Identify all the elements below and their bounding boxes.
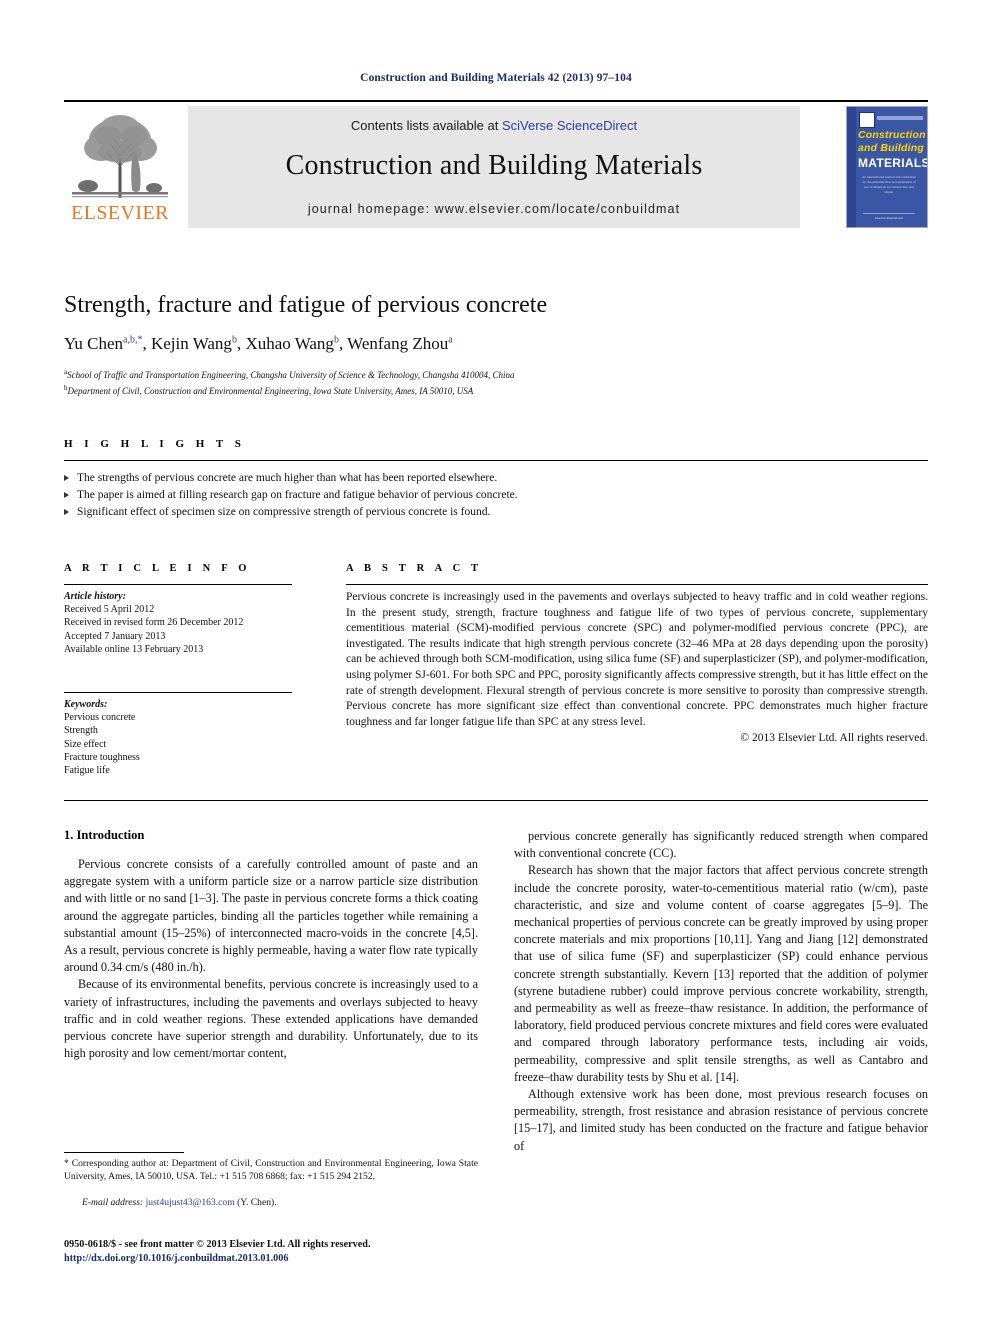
contents-available-line: Contents lists available at SciVerse Sci…	[188, 118, 800, 133]
affiliation-item: aSchool of Traffic and Transportation En…	[64, 366, 884, 382]
author-name: Wenfang Zhou	[347, 334, 449, 353]
article-history-block: Article history: Received 5 April 2012 R…	[64, 590, 314, 656]
keyword-item: Strength	[64, 725, 98, 737]
keyword-item: Fatigue life	[64, 765, 110, 777]
paragraph: Because of its environmental benefits, p…	[64, 977, 478, 1061]
elsevier-wordmark: ELSEVIER	[71, 202, 169, 224]
masthead-center-band: Contents lists available at SciVerse Sci…	[188, 106, 800, 228]
corresponding-author-note: * Corresponding author at: Department of…	[64, 1158, 478, 1182]
paragraph: pervious concrete generally has signific…	[514, 829, 928, 861]
keyword-item: Fracture toughness	[64, 751, 140, 763]
keywords-divider	[64, 692, 292, 693]
journal-homepage-link[interactable]: journal homepage: www.elsevier.com/locat…	[188, 202, 800, 216]
keywords-block: Keywords: Pervious concrete Strength Siz…	[64, 698, 314, 777]
affiliation-item: bDepartment of Civil, Construction and E…	[64, 382, 884, 398]
author-name: Kejin Wang	[150, 334, 232, 353]
article-history-item: Accepted 7 January 2013	[64, 630, 166, 642]
cover-rule	[877, 116, 923, 120]
author-affil-mark: a,b,*	[123, 334, 143, 346]
affiliation-text: Department of Civil, Construction and En…	[67, 385, 474, 396]
bullet-triangle-icon	[64, 509, 69, 515]
article-history-label: Article history:	[64, 591, 126, 602]
highlights-list: The strengths of pervious concrete are m…	[64, 470, 928, 521]
author-affil-mark: a	[448, 334, 453, 346]
cover-footer: Elsevier International	[863, 213, 915, 220]
abstract-block-bottom-divider	[64, 800, 928, 801]
journal-cover-thumbnail[interactable]: Construction and Building MATERIALS An i…	[846, 106, 928, 228]
paragraph: Research has shown that the major factor…	[514, 863, 928, 1084]
contents-prefix: Contents lists available at	[350, 118, 502, 133]
abstract-divider	[346, 584, 928, 585]
footnote-divider	[64, 1152, 184, 1153]
cover-spine	[847, 107, 856, 227]
email-label: E-mail address:	[82, 1197, 144, 1208]
article-history-item: Received in revised form 26 December 201…	[64, 617, 244, 629]
bullet-triangle-icon	[64, 475, 69, 481]
body-column-right: pervious concrete generally has signific…	[514, 828, 928, 1155]
highlight-item: Significant effect of specimen size on c…	[64, 504, 928, 521]
keyword-item: Size effect	[64, 738, 107, 750]
abstract-heading: A B S T R A C T	[346, 563, 483, 574]
email-link[interactable]: just4ujust43@163.com	[146, 1197, 235, 1208]
highlight-text: Significant effect of specimen size on c…	[77, 506, 491, 518]
author-list: Yu Chena,b,*, Kejin Wangb, Xuhao Wangb, …	[64, 334, 453, 353]
abstract-text: Pervious concrete is increasingly used i…	[346, 591, 928, 728]
author-name: Xuhao Wang	[245, 334, 334, 353]
article-info-heading: A R T I C L E I N F O	[64, 563, 251, 574]
highlights-divider	[64, 460, 928, 461]
cover-blurb: An international journal and conference …	[861, 175, 917, 194]
journal-masthead: ELSEVIER Contents lists available at Sci…	[64, 100, 928, 230]
paper-page: Construction and Building Materials 42 (…	[0, 0, 992, 1323]
highlight-item: The strengths of pervious concrete are m…	[64, 470, 928, 487]
imprint-block: 0950-0618/$ - see front matter © 2013 El…	[64, 1238, 494, 1265]
doi-link[interactable]: http://dx.doi.org/10.1016/j.conbuildmat.…	[64, 1252, 494, 1266]
author-affil-mark: b	[231, 334, 237, 346]
article-history-item: Received 5 April 2012	[64, 604, 155, 616]
email-suffix: (Y. Chen).	[237, 1197, 277, 1208]
abstract-copyright: © 2013 Elsevier Ltd. All rights reserved…	[740, 732, 928, 745]
elsevier-tree-icon	[68, 106, 172, 202]
keyword-item: Pervious concrete	[64, 712, 136, 724]
author-affil-mark: b	[333, 334, 339, 346]
article-info-divider	[64, 584, 292, 585]
paragraph: Pervious concrete consists of a carefull…	[64, 857, 478, 975]
cover-publisher-icon	[859, 112, 875, 128]
running-head: Construction and Building Materials 42 (…	[360, 72, 632, 84]
sciencedirect-link[interactable]: SciVerse ScienceDirect	[502, 118, 637, 133]
cover-title-line1: Construction	[858, 129, 926, 141]
elsevier-logo: ELSEVIER	[64, 106, 176, 228]
cover-title-line3: MATERIALS	[858, 156, 928, 170]
email-note: E-mail address: just4ujust43@163.com (Y.…	[64, 1197, 478, 1210]
cover-title-line2: and Building	[858, 142, 924, 154]
highlight-text: The paper is aimed at filling research g…	[77, 489, 518, 501]
journal-title: Construction and Building Materials	[285, 150, 703, 181]
affiliation-list: aSchool of Traffic and Transportation En…	[64, 366, 884, 397]
highlights-heading: H I G H L I G H T S	[64, 438, 246, 450]
keywords-label: Keywords:	[64, 699, 108, 710]
bullet-triangle-icon	[64, 492, 69, 498]
highlight-item: The paper is aimed at filling research g…	[64, 487, 928, 504]
affiliation-text: School of Traffic and Transportation Eng…	[67, 370, 515, 380]
highlight-text: The strengths of pervious concrete are m…	[77, 472, 498, 484]
article-history-item: Available online 13 February 2013	[64, 643, 204, 655]
author-name: Yu Chen	[64, 334, 124, 353]
abstract-block: Pervious concrete is increasingly used i…	[346, 590, 928, 747]
section-heading-introduction: 1. Introduction	[64, 828, 145, 842]
imprint-line: 0950-0618/$ - see front matter © 2013 El…	[64, 1239, 371, 1250]
paragraph: Although extensive work has been done, m…	[514, 1087, 928, 1153]
body-column-left: Pervious concrete consists of a carefull…	[64, 856, 478, 1062]
article-title: Strength, fracture and fatigue of pervio…	[64, 292, 548, 318]
